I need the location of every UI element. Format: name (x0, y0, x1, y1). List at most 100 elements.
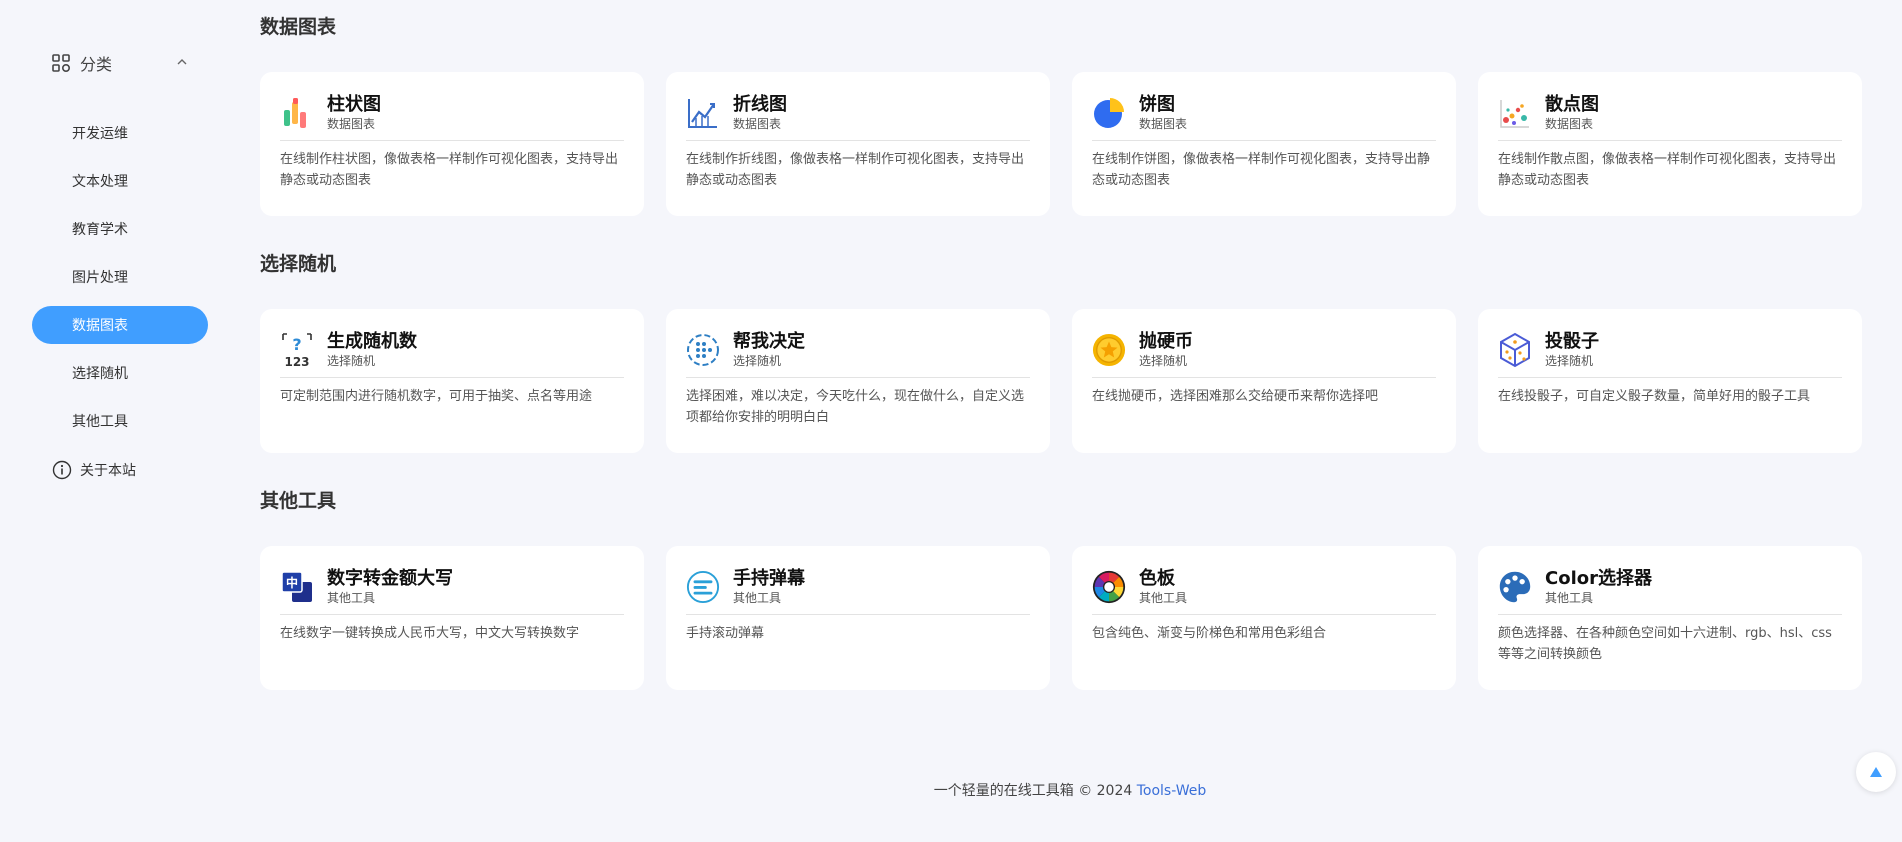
chevron-up-icon (177, 59, 187, 65)
tool-card-decide[interactable]: 帮我决定 选择随机 选择困难，难以决定，今天吃什么，现在做什么，自定义选项都给你… (666, 309, 1050, 453)
footer: 一个轻量的在线工具箱 © 2024 Tools-Web (0, 780, 1902, 800)
tool-card-bar-chart[interactable]: 柱状图 数据图表 在线制作柱状图，像做表格一样制作可视化图表，支持导出静态或动态… (260, 72, 644, 216)
about-link[interactable]: 关于本站 (52, 458, 136, 482)
divider (1092, 614, 1436, 615)
sidebar: 分类 开发运维 文本处理 教育学术 图片处理 数据图表 选择随机 其他工具 关于… (0, 0, 240, 842)
divider (686, 614, 1030, 615)
sidebar-item-random[interactable]: 选择随机 (32, 354, 208, 392)
divider (686, 377, 1030, 378)
tool-card-line-chart[interactable]: 折线图 数据图表 在线制作折线图，像做表格一样制作可视化图表，支持导出静态或动态… (666, 72, 1050, 216)
footer-text: 一个轻量的在线工具箱 © 2024 (933, 783, 1133, 799)
card-title: 生成随机数 (327, 331, 417, 352)
grid-icon (52, 54, 70, 72)
sidebar-item-other[interactable]: 其他工具 (32, 402, 208, 440)
divider (1498, 614, 1842, 615)
card-title: 饼图 (1139, 94, 1175, 115)
card-description: 颜色选择器、在各种颜色空间如十六进制、rgb、hsl、css等等之间转换颜色 (1498, 626, 1832, 662)
danmaku-icon (686, 568, 720, 606)
bar-chart-icon (280, 94, 314, 132)
card-title: 帮我决定 (733, 331, 805, 352)
category-label: 分类 (80, 55, 113, 74)
decide-wheel-icon (686, 331, 720, 369)
divider (280, 377, 624, 378)
divider (280, 614, 624, 615)
card-description: 在线制作折线图，像做表格一样制作可视化图表，支持导出静态或动态图表 (686, 152, 1025, 188)
sidebar-item-label: 图片处理 (72, 270, 128, 286)
footer-link[interactable]: Tools-Web (1137, 783, 1207, 799)
card-description: 在线数字一键转换成人民币大写，中文大写转换数字 (280, 626, 580, 641)
card-category: 选择随机 (1545, 354, 1594, 368)
sidebar-item-charts[interactable]: 数据图表 (32, 306, 208, 344)
card-category: 数据图表 (1545, 117, 1594, 131)
sidebar-item-label: 文本处理 (72, 174, 128, 190)
card-description: 在线投骰子，可自定义骰子数量，简单好用的骰子工具 (1498, 389, 1811, 404)
card-description: 手持滚动弹幕 (686, 626, 765, 641)
category-toggle[interactable]: 分类 (52, 50, 202, 76)
card-category: 选择随机 (1139, 354, 1188, 368)
svg-text:?: ? (292, 335, 301, 354)
section-title: 其他工具 (260, 490, 337, 512)
section-title: 选择随机 (260, 253, 337, 275)
color-wheel-icon (1092, 568, 1126, 606)
sidebar-item-devops[interactable]: 开发运维 (32, 114, 208, 152)
card-title: 抛硬币 (1139, 331, 1193, 352)
line-chart-icon (686, 94, 720, 132)
info-icon (52, 460, 72, 480)
card-description: 在线制作饼图，像做表格一样制作可视化图表，支持导出静态或动态图表 (1092, 152, 1431, 188)
card-title: 折线图 (733, 94, 787, 115)
tool-card-scatter-chart[interactable]: 散点图 数据图表 在线制作散点图，像做表格一样制作可视化图表，支持导出静态或动态… (1478, 72, 1862, 216)
card-title: 数字转金额大写 (327, 568, 453, 589)
back-to-top-button[interactable] (1856, 752, 1896, 792)
tool-card-number-convert[interactable]: 中 数字转金额大写 其他工具 在线数字一键转换成人民币大写，中文大写转换数字 (260, 546, 644, 690)
card-title: 柱状图 (327, 94, 381, 115)
card-title: Color选择器 (1545, 568, 1652, 589)
card-title: 手持弹幕 (733, 568, 805, 589)
card-category: 选择随机 (327, 354, 376, 368)
divider (1092, 140, 1436, 141)
coin-icon (1092, 331, 1126, 369)
tool-card-pie-chart[interactable]: 饼图 数据图表 在线制作饼图，像做表格一样制作可视化图表，支持导出静态或动态图表 (1072, 72, 1456, 216)
svg-text:中: 中 (286, 575, 298, 590)
card-title: 投骰子 (1545, 331, 1599, 352)
sidebar-item-label: 其他工具 (72, 414, 128, 430)
tool-card-color-picker[interactable]: Color选择器 其他工具 颜色选择器、在各种颜色空间如十六进制、rgb、hsl… (1478, 546, 1862, 690)
sidebar-item-image[interactable]: 图片处理 (32, 258, 208, 296)
sidebar-item-label: 教育学术 (72, 222, 128, 238)
sidebar-item-text[interactable]: 文本处理 (32, 162, 208, 200)
divider (1092, 377, 1436, 378)
card-category: 数据图表 (327, 117, 376, 131)
divider (1498, 377, 1842, 378)
dice-icon (1498, 331, 1532, 369)
divider (280, 140, 624, 141)
card-description: 在线抛硬币，选择困难那么交给硬币来帮你选择吧 (1092, 389, 1379, 404)
card-category: 选择随机 (733, 354, 782, 368)
triangle-up-icon (1870, 767, 1882, 777)
tool-card-dice[interactable]: 投骰子 选择随机 在线投骰子，可自定义骰子数量，简单好用的骰子工具 (1478, 309, 1862, 453)
sidebar-item-education[interactable]: 教育学术 (32, 210, 208, 248)
card-description: 包含纯色、渐变与阶梯色和常用色彩组合 (1092, 626, 1327, 641)
card-description: 选择困难，难以决定，今天吃什么，现在做什么，自定义选项都给你安排的明明白白 (686, 389, 1025, 425)
sidebar-item-label: 数据图表 (72, 318, 128, 334)
card-category: 其他工具 (1139, 591, 1188, 605)
tool-card-color-wheel[interactable]: 色板 其他工具 包含纯色、渐变与阶梯色和常用色彩组合 (1072, 546, 1456, 690)
about-label: 关于本站 (80, 463, 136, 479)
svg-text:123: 123 (284, 355, 309, 369)
card-title: 散点图 (1545, 94, 1599, 115)
card-category: 其他工具 (1545, 591, 1594, 605)
section-title: 数据图表 (260, 16, 337, 38)
card-title: 色板 (1139, 568, 1175, 589)
scatter-chart-icon (1498, 94, 1532, 132)
card-category: 数据图表 (733, 117, 782, 131)
tool-card-random-number[interactable]: ? 123 生成随机数 选择随机 可定制范围内进行随机数字，可用于抽奖、点名等用… (260, 309, 644, 453)
sidebar-item-label: 选择随机 (72, 366, 128, 382)
pie-chart-icon (1092, 94, 1126, 132)
tool-card-danmaku[interactable]: 手持弹幕 其他工具 手持滚动弹幕 (666, 546, 1050, 690)
number-convert-icon: 中 (280, 568, 314, 606)
card-category: 数据图表 (1139, 117, 1188, 131)
palette-icon (1498, 568, 1532, 606)
divider (686, 140, 1030, 141)
card-category: 其他工具 (733, 591, 782, 605)
random-number-icon: ? 123 (280, 331, 314, 369)
tool-card-coin[interactable]: 抛硬币 选择随机 在线抛硬币，选择困难那么交给硬币来帮你选择吧 (1072, 309, 1456, 453)
divider (1498, 140, 1842, 141)
